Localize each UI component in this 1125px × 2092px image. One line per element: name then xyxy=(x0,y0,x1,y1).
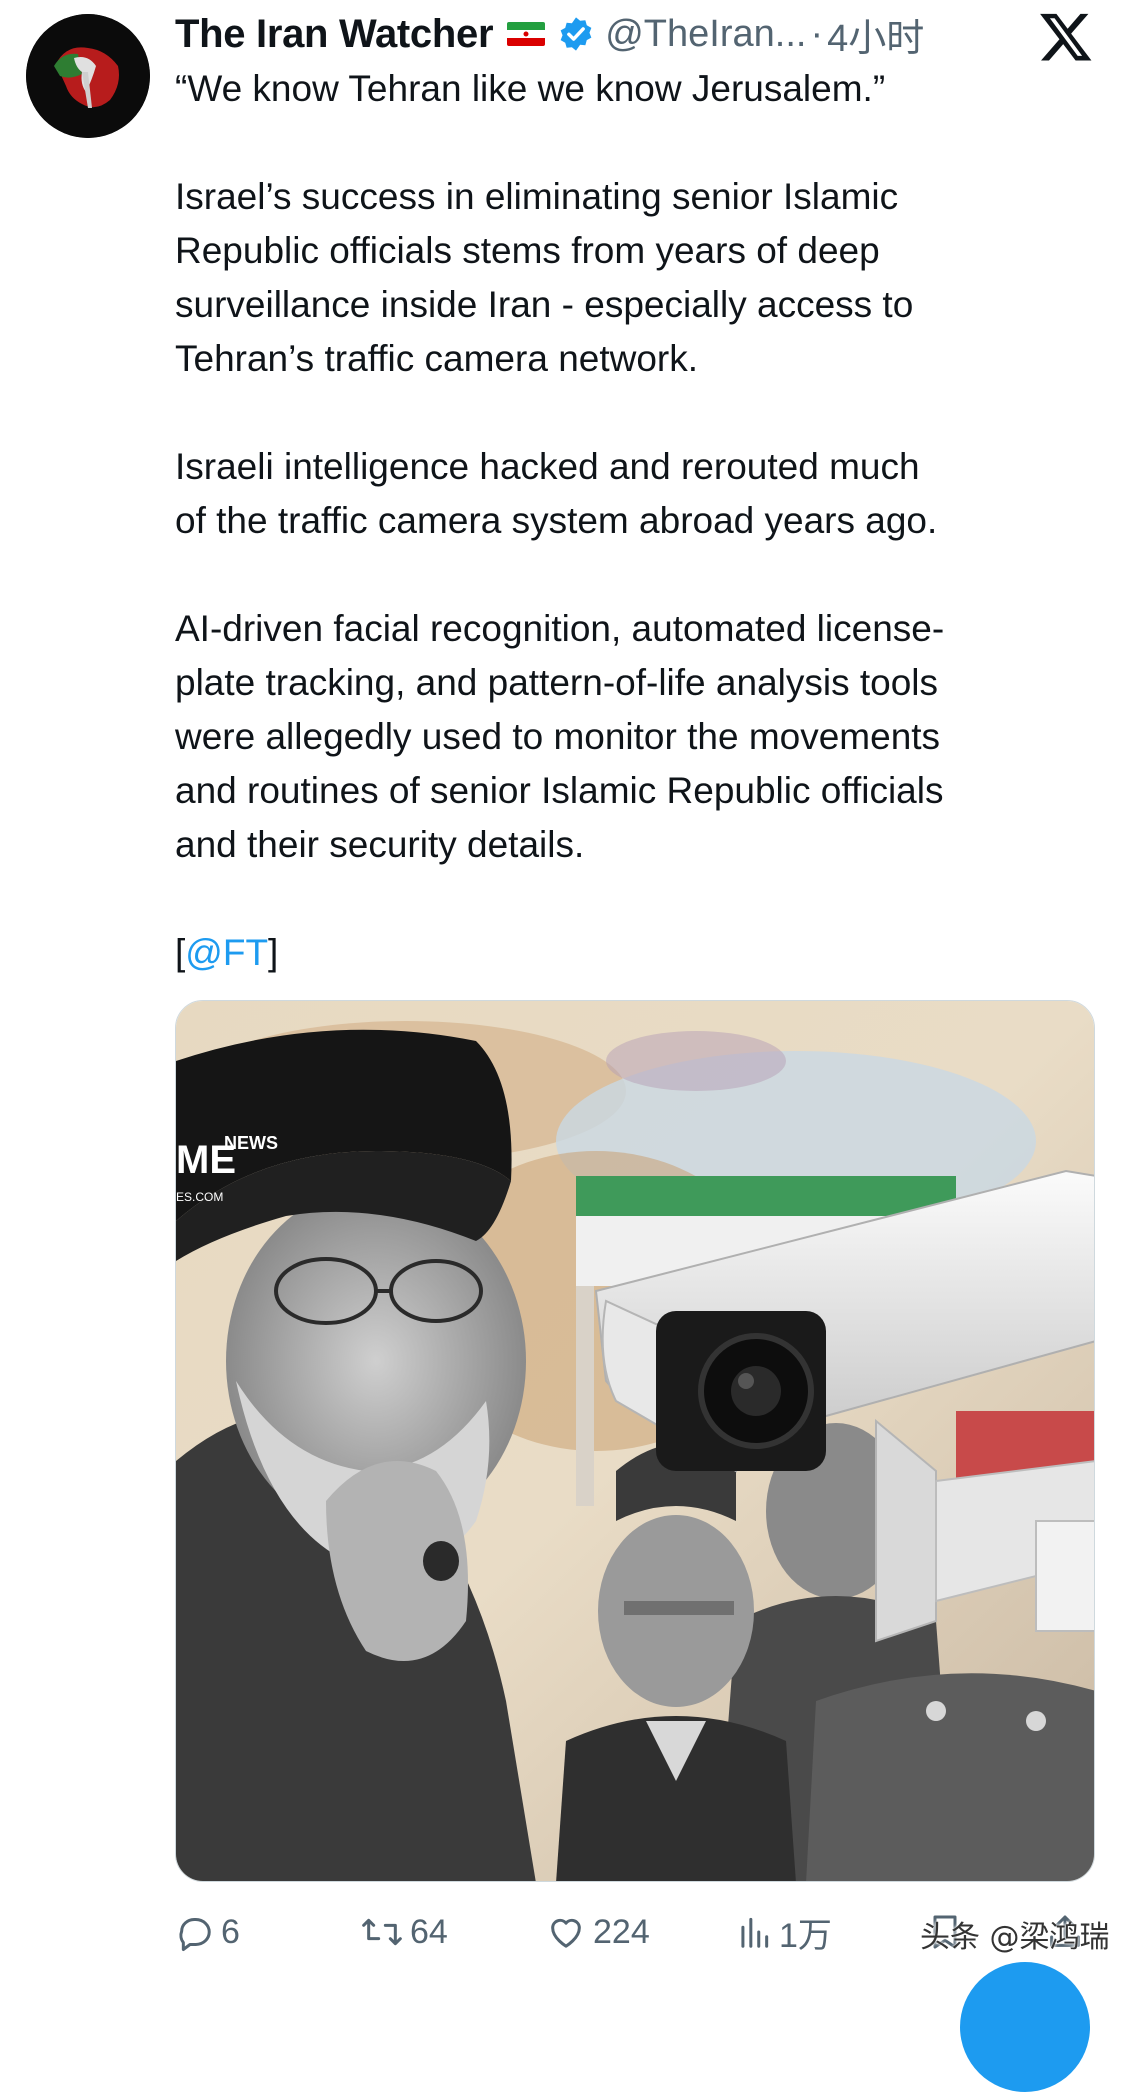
verified-badge-icon xyxy=(557,15,595,53)
compose-button[interactable] xyxy=(960,1962,1090,2092)
display-name[interactable]: The Iran Watcher xyxy=(175,12,494,57)
tweet-header: The Iran Watcher @TheIran... · 4小时 xyxy=(175,6,924,62)
source-bracket-close: ] xyxy=(268,932,279,973)
reply-count: 6 xyxy=(221,1912,240,1951)
avatar-image xyxy=(26,14,150,138)
tweet-paragraph-2: Israeli intelligence hacked and rerouted… xyxy=(175,446,938,541)
tweet-paragraph-3: AI-driven facial recognition, automated … xyxy=(175,608,945,865)
views-button[interactable]: 1万 xyxy=(735,1902,832,1962)
account-handle[interactable]: @TheIran... xyxy=(605,13,806,56)
source-bracket-open: [ xyxy=(175,932,186,973)
repost-count: 64 xyxy=(410,1912,448,1951)
repost-button[interactable]: 64 xyxy=(360,1902,448,1962)
views-count: 1万 xyxy=(779,1916,832,1955)
repost-icon xyxy=(362,1918,402,1946)
heart-icon xyxy=(551,1918,581,1948)
like-count: 224 xyxy=(593,1912,650,1951)
tweet-source: [@FT] xyxy=(175,926,1095,980)
tweet-media-image[interactable]: ME NEWS ES.COM xyxy=(175,1000,1095,1882)
x-logo-icon xyxy=(1038,8,1094,64)
reply-icon xyxy=(179,1918,211,1951)
news-logo-label: NEWS xyxy=(224,1133,278,1153)
separator-dot: · xyxy=(810,12,824,55)
tweet-paragraph-quote: “We know Tehran like we know Jerusalem.” xyxy=(175,68,886,109)
watermark-text: 头条 @梁鸿瑞 xyxy=(920,1920,1110,1955)
like-button[interactable]: 224 xyxy=(545,1902,650,1962)
reply-button[interactable]: 6 xyxy=(175,1902,240,1962)
timestamp[interactable]: 4小时 xyxy=(827,7,924,62)
iran-flag-icon xyxy=(507,22,546,46)
mention-link[interactable]: @FT xyxy=(185,932,268,973)
views-bar-chart-icon xyxy=(741,1917,769,1948)
tweet-text: “We know Tehran like we know Jerusalem.”… xyxy=(175,62,1095,980)
tweet-paragraph-1: Israel’s success in eliminating senior I… xyxy=(175,176,914,379)
avatar[interactable] xyxy=(26,14,150,138)
news-logo-domain: ES.COM xyxy=(176,1190,223,1204)
